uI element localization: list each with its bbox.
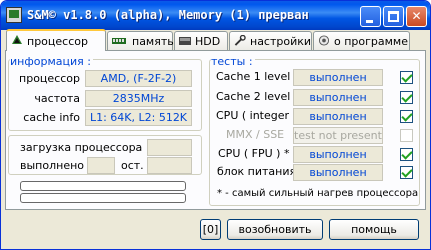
help-button[interactable]: помощь	[329, 219, 419, 240]
tab-about[interactable]: о программе	[313, 31, 410, 50]
tests-title: тесты :	[211, 55, 255, 68]
progress-bar-2	[20, 193, 186, 203]
window-title: S&M© v1.8.0 (alpha), Memory (1) прерван	[27, 8, 309, 22]
minimize-icon	[366, 20, 373, 23]
tests-footnote: * - самый сильный нагрев процессора	[217, 188, 419, 199]
done-value	[87, 157, 115, 174]
tab-hdd[interactable]: HDD	[174, 31, 228, 50]
app-icon[interactable]	[6, 7, 22, 23]
info-title: информация :	[10, 55, 93, 68]
test-checkbox[interactable]	[400, 71, 413, 84]
title-bar[interactable]: S&M© v1.8.0 (alpha), Memory (1) прерван …	[1, 1, 430, 30]
progress-bar-1	[20, 181, 186, 191]
tab-memory[interactable]: память	[107, 31, 174, 50]
close-icon: ✕	[411, 9, 422, 23]
remaining-value	[147, 157, 192, 174]
test-name: Cache 1 level	[216, 70, 291, 83]
memory-icon	[112, 38, 126, 44]
load-label: загрузка процессора	[20, 141, 143, 154]
tab-label: HDD	[195, 35, 221, 48]
test-name: Cache 2 level	[216, 90, 291, 103]
test-status: выполнен	[293, 108, 383, 125]
counter-button[interactable]: [0]	[200, 219, 221, 240]
test-name: блок питания	[217, 165, 297, 178]
test-status: выполнен	[293, 146, 383, 163]
close-button[interactable]: ✕	[406, 6, 427, 27]
tab-label: память	[132, 35, 174, 48]
minimize-button[interactable]	[360, 6, 381, 27]
about-icon	[318, 35, 330, 46]
processor-panel: информация : процессор AMD, (F-2F-2) час…	[5, 50, 426, 210]
cpu-value: AMD, (F-2F-2)	[85, 70, 192, 87]
test-status: test not present	[293, 127, 383, 144]
test-name: MMX / SSE	[226, 128, 285, 141]
cache-info-label: cache info	[23, 111, 80, 124]
cache-info-value: L1: 64K, L2: 512K	[85, 109, 192, 126]
hdd-icon	[179, 37, 191, 45]
tab-settings[interactable]: настройки	[229, 31, 312, 50]
resume-button[interactable]: возобновить	[227, 219, 323, 240]
tab-label: настройки	[250, 35, 312, 48]
cpu-icon	[12, 35, 22, 44]
maximize-icon	[388, 11, 399, 22]
test-checkbox[interactable]	[400, 148, 413, 161]
test-status: выполнен	[293, 89, 383, 106]
app-window: S&M© v1.8.0 (alpha), Memory (1) прерван …	[0, 0, 431, 250]
settings-icon	[234, 35, 246, 46]
test-name: CPU ( integer )	[216, 109, 297, 122]
test-checkbox[interactable]	[400, 91, 413, 104]
load-value	[147, 139, 192, 156]
frequency-label: частота	[34, 92, 80, 105]
tab-label: процессор	[27, 35, 88, 48]
tab-processor[interactable]: процессор	[6, 29, 106, 51]
test-status: выполнен	[293, 69, 383, 86]
test-checkbox[interactable]	[400, 110, 413, 123]
tab-label: о программе	[334, 35, 408, 48]
test-name: CPU ( FPU ) *	[218, 147, 290, 160]
test-checkbox[interactable]	[400, 166, 413, 179]
test-status: выполнен	[293, 164, 383, 181]
cpu-label: процессор	[19, 72, 80, 85]
frequency-value: 2835MHz	[85, 90, 192, 107]
done-label: выполнено	[20, 159, 85, 172]
test-checkbox[interactable]	[400, 129, 413, 142]
remaining-label: ост.	[121, 159, 144, 172]
maximize-button[interactable]	[383, 6, 404, 27]
